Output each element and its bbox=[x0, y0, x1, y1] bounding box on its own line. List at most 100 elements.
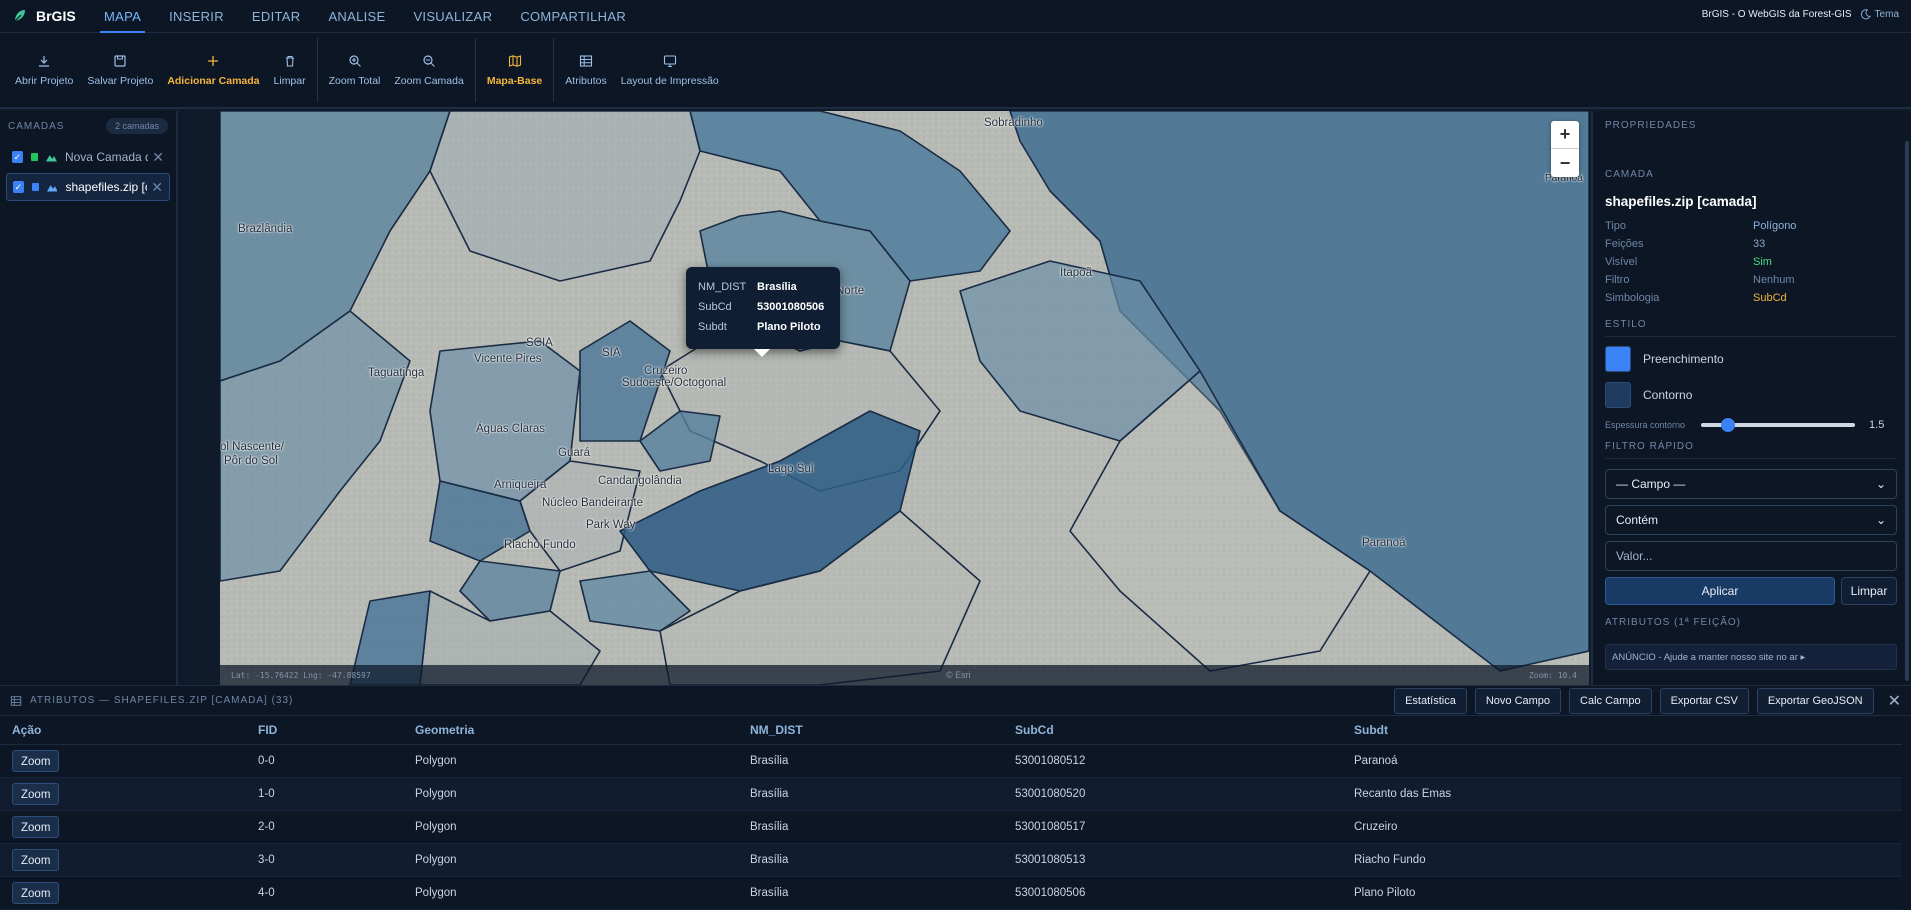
zoom-to-feature-button[interactable]: Zoom bbox=[12, 848, 60, 871]
menu-mapa[interactable]: MAPA bbox=[90, 0, 155, 33]
info-key: Visível bbox=[1605, 256, 1638, 268]
slider-thumb[interactable] bbox=[1720, 418, 1735, 432]
cursor-coordinates: Lat: -15.76422 Lng: -47.88597 bbox=[231, 670, 371, 680]
clear-button[interactable]: Limpar bbox=[267, 42, 313, 98]
info-row: Tipo Polígono bbox=[1605, 217, 1897, 235]
field-select-value: — Campo — bbox=[1616, 477, 1686, 491]
open-project-button[interactable]: Abrir Projeto bbox=[8, 42, 80, 98]
statistics-button[interactable]: Estatística bbox=[1394, 688, 1467, 714]
operator-select[interactable]: Contém ⌄ bbox=[1605, 505, 1897, 535]
column-header[interactable]: SubCd bbox=[1003, 716, 1342, 745]
column-header[interactable]: NM_DIST bbox=[738, 716, 1003, 745]
column-header[interactable]: Subdt bbox=[1342, 716, 1902, 745]
zoom-to-feature-button[interactable]: Zoom bbox=[12, 749, 60, 772]
table-cell: 53001080517 bbox=[1003, 810, 1342, 844]
table-row[interactable]: Zoom 4-0 Polygon Brasília 53001080506 Pl… bbox=[0, 876, 1902, 910]
map-label: Riacho Fundo bbox=[504, 539, 576, 551]
layers-count-badge: 2 camadas bbox=[105, 118, 168, 134]
table-cell: Brasília bbox=[738, 843, 1003, 877]
table-row[interactable]: Zoom 3-0 Polygon Brasília 53001080513 Ri… bbox=[0, 843, 1902, 877]
layer-item[interactable]: ✓ Nova Camada d... ✕ bbox=[6, 143, 170, 171]
thickness-slider[interactable] bbox=[1701, 418, 1856, 432]
leaf-icon bbox=[14, 10, 25, 22]
layer-item-selected[interactable]: ✓ shapefiles.zip [c... ✕ bbox=[6, 173, 170, 201]
map-label: SCIA bbox=[526, 337, 553, 349]
basemap-button[interactable]: Mapa-Base bbox=[480, 42, 549, 98]
info-key: Tipo bbox=[1605, 220, 1626, 232]
section-attributes-title: ATRIBUTOS (1ª FEIÇÃO) bbox=[1605, 617, 1742, 628]
section-layer-title: CAMADA bbox=[1605, 169, 1654, 180]
menu-analise[interactable]: ANALISE bbox=[314, 0, 399, 33]
zoom-in-button[interactable]: + bbox=[1551, 121, 1579, 149]
close-icon[interactable]: ✕ bbox=[1888, 691, 1901, 711]
map-label: Paranoá bbox=[1362, 537, 1406, 549]
zoom-out-button[interactable]: − bbox=[1551, 149, 1579, 177]
map-canvas[interactable]: Sobradinho Paranoá Brazlândia Itapoã Nor… bbox=[220, 111, 1589, 685]
export-geojson-button[interactable]: Exportar GeoJSON bbox=[1756, 688, 1874, 714]
table-cell: 1-0 bbox=[246, 777, 403, 811]
filter-actions: Aplicar Limpar bbox=[1605, 577, 1897, 605]
popup-value: 53001080506 bbox=[757, 301, 825, 313]
column-header[interactable]: Ação bbox=[0, 716, 246, 745]
map-label: Brazlândia bbox=[238, 223, 293, 235]
remove-layer-icon[interactable]: ✕ bbox=[151, 179, 163, 196]
table-icon bbox=[10, 695, 22, 706]
export-csv-button[interactable]: Exportar CSV bbox=[1659, 688, 1749, 714]
layer-color-swatch bbox=[31, 183, 39, 191]
zoom-to-feature-button[interactable]: Zoom bbox=[12, 782, 60, 805]
zoom-total-label: Zoom Total bbox=[328, 75, 381, 87]
table-cell: 4-0 bbox=[246, 876, 403, 910]
attributes-button[interactable]: Atributos bbox=[558, 42, 613, 98]
fill-color-row[interactable]: Preenchimento bbox=[1605, 341, 1897, 377]
fill-color-swatch[interactable] bbox=[1605, 346, 1631, 372]
column-header[interactable]: FID bbox=[246, 716, 403, 745]
stroke-color-swatch[interactable] bbox=[1605, 382, 1631, 408]
new-field-button[interactable]: Novo Campo bbox=[1474, 688, 1562, 714]
attribute-table-panel: ATRIBUTOS — SHAPEFILES.ZIP [CAMADA] (33)… bbox=[0, 685, 1911, 910]
properties-scrollbar[interactable] bbox=[1905, 141, 1909, 681]
table-row[interactable]: Zoom 1-0 Polygon Brasília 53001080520 Re… bbox=[0, 777, 1902, 811]
layer-color-swatch bbox=[30, 153, 39, 161]
column-header[interactable]: Geometria bbox=[403, 716, 738, 745]
table-cell: Cruzeiro bbox=[1342, 810, 1902, 844]
attribute-table: Ação FID Geometria NM_DIST SubCd Subdt Z… bbox=[0, 716, 1902, 910]
popup-key: Subdt bbox=[698, 321, 727, 333]
attributes-label: Atributos bbox=[565, 75, 607, 87]
stroke-color-row[interactable]: Contorno bbox=[1605, 377, 1897, 413]
value-input[interactable]: Valor... bbox=[1605, 541, 1897, 571]
ad-banner[interactable]: ANÚNCIO - Ajude a manter nosso site no a… bbox=[1605, 644, 1897, 670]
theme-toggle[interactable]: Tema bbox=[1860, 9, 1899, 20]
menu-visualizar[interactable]: VISUALIZAR bbox=[399, 0, 506, 33]
menu-editar[interactable]: EDITAR bbox=[238, 0, 315, 33]
zoom-total-button[interactable]: Zoom Total bbox=[322, 42, 388, 98]
calc-field-button[interactable]: Calc Campo bbox=[1569, 688, 1652, 714]
properties-title: PROPRIEDADES bbox=[1605, 120, 1697, 131]
chevron-down-icon: ⌄ bbox=[1875, 477, 1886, 491]
save-project-label: Salvar Projeto bbox=[87, 75, 154, 87]
table-row[interactable]: Zoom 0-0 Polygon Brasília 53001080512 Pa… bbox=[0, 744, 1902, 778]
zoom-layer-button[interactable]: Zoom Camada bbox=[387, 42, 470, 98]
map-label: Vicente Pires bbox=[474, 353, 542, 365]
clear-filter-button[interactable]: Limpar bbox=[1841, 577, 1897, 605]
print-layout-label: Layout de Impressão bbox=[620, 75, 719, 87]
menu-compartilhar[interactable]: COMPARTILHAR bbox=[506, 0, 640, 33]
add-layer-button[interactable]: Adicionar Camada bbox=[160, 42, 266, 98]
table-row[interactable]: Zoom 2-0 Polygon Brasília 53001080517 Cr… bbox=[0, 810, 1902, 844]
layer-visibility-checkbox[interactable]: ✓ bbox=[12, 151, 23, 163]
remove-layer-icon[interactable]: ✕ bbox=[152, 149, 164, 166]
zoom-to-feature-button[interactable]: Zoom bbox=[12, 881, 60, 904]
info-value: Sim bbox=[1753, 256, 1772, 268]
popup-key: SubCd bbox=[698, 301, 732, 313]
field-select[interactable]: — Campo — ⌄ bbox=[1605, 469, 1897, 499]
app-logo[interactable]: BrGIS bbox=[0, 8, 90, 24]
apply-filter-button[interactable]: Aplicar bbox=[1605, 577, 1835, 605]
operator-select-value: Contém bbox=[1616, 513, 1659, 527]
save-project-button[interactable]: Salvar Projeto bbox=[80, 42, 160, 98]
layer-visibility-checkbox[interactable]: ✓ bbox=[13, 181, 24, 193]
value-input-placeholder: Valor... bbox=[1616, 549, 1653, 563]
table-cell: Brasília bbox=[738, 876, 1003, 910]
zoom-to-feature-button[interactable]: Zoom bbox=[12, 815, 60, 838]
popup-row: Subdt Plano Piloto bbox=[698, 317, 828, 337]
menu-inserir[interactable]: INSERIR bbox=[155, 0, 238, 33]
print-layout-button[interactable]: Layout de Impressão bbox=[614, 42, 726, 98]
